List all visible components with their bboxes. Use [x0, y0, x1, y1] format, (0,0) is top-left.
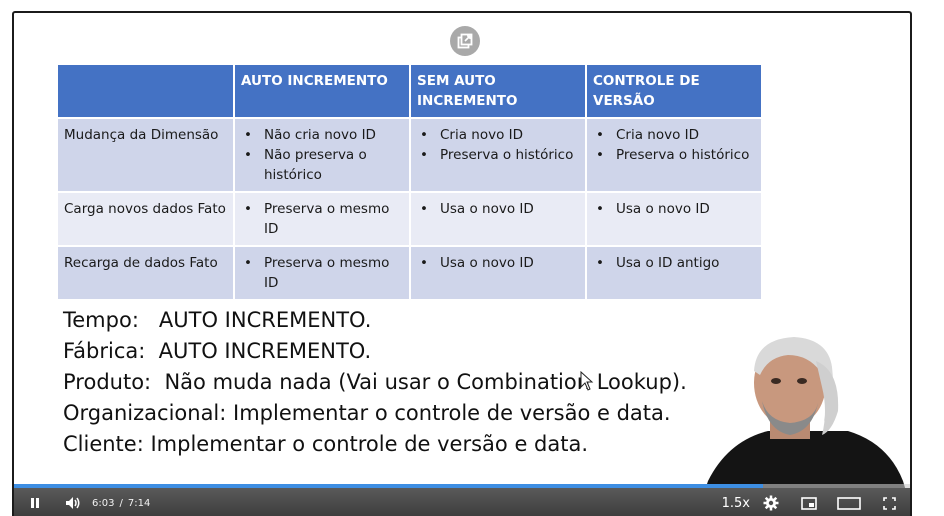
volume-button[interactable]	[62, 492, 84, 514]
miniplayer-button[interactable]	[798, 492, 820, 514]
current-time: 6:03	[92, 497, 115, 509]
fullscreen-button[interactable]	[878, 492, 900, 514]
table-row: Recarga de dados Fato Preserva o mesmo I…	[58, 245, 763, 299]
bullet-item: Usa o novo ID	[417, 199, 579, 219]
row-label: Mudança da Dimensão	[58, 117, 235, 192]
bullet-item: Preserva o histórico	[593, 145, 755, 165]
table-header-row: AUTO INCREMENTO SEM AUTO INCREMENTO CONT…	[58, 65, 763, 118]
table-cell: Cria novo ID Preserva o histórico	[410, 117, 587, 192]
table-header-auto: AUTO INCREMENTO	[234, 65, 411, 118]
table-header-controle: CONTROLE DE VERSÃO	[586, 65, 763, 118]
table-cell: Preserva o mesmo ID	[234, 191, 411, 246]
table-header-empty	[58, 65, 235, 118]
duration: 7:14	[127, 497, 151, 509]
bullet-item: Cria novo ID	[593, 125, 755, 145]
playback-speed-button[interactable]: 1.5x	[722, 496, 750, 511]
table-cell: Usa o ID antigo	[586, 245, 763, 299]
row-label: Carga novos dados Fato	[58, 191, 235, 246]
table-cell: Usa o novo ID	[410, 191, 587, 246]
theater-mode-icon	[837, 496, 861, 510]
popout-button[interactable]	[450, 26, 480, 56]
player-controls: 6:03 / 7:14 1.5x	[14, 488, 910, 516]
miniplayer-icon	[801, 496, 817, 510]
bullet-item: Usa o novo ID	[417, 253, 579, 273]
table-header-sem-auto: SEM AUTO INCREMENTO	[410, 65, 587, 118]
table-row: Carga novos dados Fato Preserva o mesmo …	[58, 191, 763, 246]
table-cell: Usa o novo ID	[586, 191, 763, 246]
popout-icon	[457, 33, 473, 49]
row-label: Recarga de dados Fato	[58, 245, 235, 299]
table-cell: Preserva o mesmo ID	[234, 245, 411, 299]
bullet-item: Preserva o mesmo ID	[241, 253, 403, 293]
time-display: 6:03 / 7:14	[92, 498, 150, 509]
note-line: Tempo: AUTO INCREMENTO.	[63, 308, 372, 332]
table-cell: Usa o novo ID	[410, 245, 587, 299]
bullet-item: Preserva o histórico	[417, 145, 579, 165]
pause-icon	[31, 498, 39, 508]
video-frame[interactable]: AUTO INCREMENTO SEM AUTO INCREMENTO CONT…	[12, 11, 912, 516]
pause-button[interactable]	[24, 492, 46, 514]
table-cell: Cria novo ID Preserva o histórico	[586, 117, 763, 192]
note-line: Organizacional: Implementar o controle d…	[63, 401, 671, 425]
bullet-item: Usa o ID antigo	[593, 253, 755, 273]
gear-icon	[763, 495, 779, 511]
bullet-item: Usa o novo ID	[593, 199, 755, 219]
bullet-item: Não preserva o histórico	[241, 145, 403, 185]
note-line: Cliente: Implementar o controle de versã…	[63, 432, 589, 456]
time-separator: /	[119, 497, 123, 509]
note-line: Fábrica: AUTO INCREMENTO.	[63, 339, 372, 363]
settings-button[interactable]	[760, 492, 782, 514]
bullet-item: Não cria novo ID	[241, 125, 403, 145]
table-row: Mudança da Dimensão Não cria novo ID Não…	[58, 117, 763, 192]
fullscreen-icon	[882, 496, 896, 510]
volume-icon	[66, 497, 80, 509]
comparison-table: AUTO INCREMENTO SEM AUTO INCREMENTO CONT…	[58, 65, 763, 299]
bullet-item: Cria novo ID	[417, 125, 579, 145]
mouse-cursor-icon	[580, 371, 594, 391]
table-cell: Não cria novo ID Não preserva o históric…	[234, 117, 411, 192]
theater-mode-button[interactable]	[836, 492, 862, 514]
bullet-item: Preserva o mesmo ID	[241, 199, 403, 239]
